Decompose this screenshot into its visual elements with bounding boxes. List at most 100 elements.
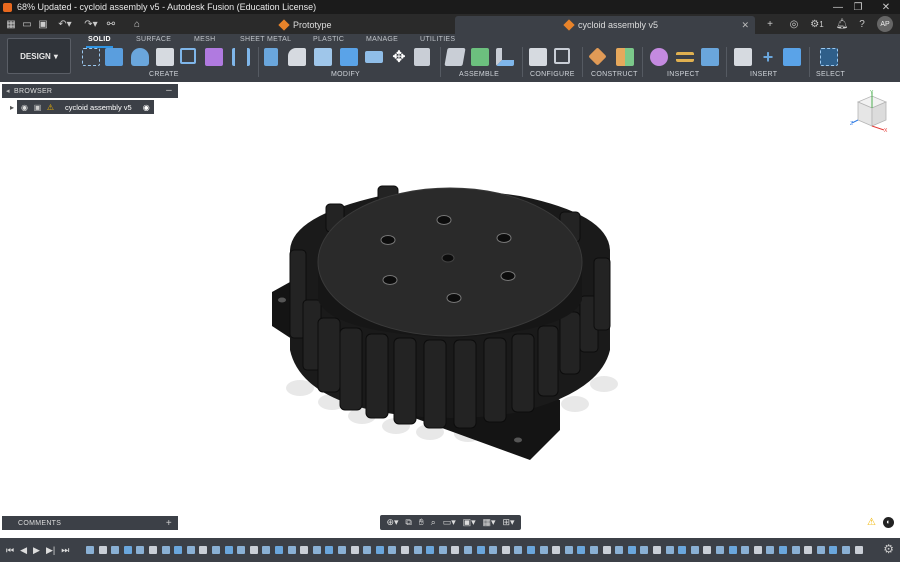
hole-icon[interactable] [156, 48, 174, 66]
fillet-icon[interactable] [288, 48, 306, 66]
group-select-label[interactable]: SELECT [816, 71, 845, 78]
viewcube[interactable]: Y Z X [850, 90, 890, 134]
timeline-feature-marker[interactable] [489, 546, 498, 554]
timeline-feature-marker[interactable] [615, 546, 624, 554]
zoom-icon[interactable]: ⌕ [431, 517, 436, 528]
step-back-icon[interactable]: ◀ [20, 545, 27, 556]
timeline-feature-marker[interactable] [149, 546, 157, 554]
undo-icon[interactable]: ↶▾ [52, 17, 78, 31]
go-to-end-icon[interactable]: ⏭ [61, 545, 69, 556]
timeline-feature-marker[interactable] [678, 546, 687, 554]
timeline-feature-marker[interactable] [174, 546, 183, 554]
timeline-feature-marker[interactable] [854, 546, 863, 554]
timeline-feature-marker[interactable] [627, 546, 636, 554]
tab-solid[interactable]: SOLID [86, 36, 113, 48]
timeline-feature-marker[interactable] [413, 546, 422, 554]
timeline-feature-marker[interactable] [186, 546, 195, 554]
timeline-feature-marker[interactable] [262, 546, 271, 554]
measure-icon[interactable] [650, 48, 668, 66]
tab-manage[interactable]: MANAGE [366, 36, 398, 43]
timeline-feature-marker[interactable] [564, 546, 573, 554]
press-pull-icon[interactable] [264, 48, 278, 66]
midplane-icon[interactable] [616, 48, 634, 66]
group-modify-label[interactable]: MODIFY [331, 71, 360, 78]
timeline-feature-marker[interactable] [86, 546, 94, 554]
job-status-icon[interactable]: ⚙ 1 [807, 17, 827, 31]
timeline-feature-marker[interactable] [653, 546, 661, 554]
timeline-feature-marker[interactable] [716, 546, 724, 554]
timeline-feature-marker[interactable] [703, 546, 712, 554]
shell-icon[interactable] [340, 48, 358, 66]
tab-mesh[interactable]: MESH [194, 36, 215, 43]
group-inspect-label[interactable]: INSPECT [667, 71, 699, 78]
save-icon[interactable]: ▣ [36, 17, 50, 31]
orbit-icon[interactable]: ⊕▾ [386, 517, 398, 528]
step-forward-icon[interactable]: ▶| [46, 545, 55, 556]
group-construct-label[interactable]: CONSTRUCT [591, 71, 638, 78]
look-at-icon[interactable]: ⧉ [405, 517, 411, 528]
fit-icon[interactable]: ▭▾ [443, 517, 456, 528]
timeline-feature-marker[interactable] [590, 546, 598, 554]
new-tab-button[interactable]: + [762, 17, 778, 31]
pan-hand-icon[interactable]: ✋︎ [419, 517, 424, 528]
share-link-icon[interactable]: ⚯ [104, 17, 118, 31]
timeline-feature-marker[interactable] [312, 546, 321, 554]
new-component-icon[interactable] [444, 48, 466, 66]
tab-cycloid-assembly[interactable]: cycloid assembly v5 ✕ [455, 16, 755, 34]
timeline-feature-marker[interactable] [476, 546, 485, 554]
feedback-icon[interactable]: ◐ [883, 517, 894, 528]
timeline-feature-marker[interactable] [577, 546, 586, 554]
timeline-feature-marker[interactable] [640, 546, 649, 554]
timeline-feature-marker[interactable] [602, 546, 611, 554]
timeline-feature-marker[interactable] [123, 546, 132, 554]
form-icon[interactable] [205, 48, 223, 66]
timeline-feature-marker[interactable] [224, 546, 233, 554]
group-configure-label[interactable]: CONFIGURE [530, 71, 575, 78]
tab-utilities[interactable]: UTILITIES [420, 36, 455, 43]
timeline-feature-marker[interactable] [753, 546, 762, 554]
group-create-label[interactable]: CREATE [149, 71, 179, 78]
close-window-button[interactable]: ✕ [874, 0, 898, 14]
timeline-feature-marker[interactable] [249, 546, 258, 554]
timeline-feature-marker[interactable] [161, 546, 170, 554]
move-copy-icon[interactable]: ✥ [390, 48, 408, 66]
pattern-icon[interactable] [180, 48, 196, 64]
timeline-feature-marker[interactable] [401, 546, 409, 554]
insert-svg-icon[interactable] [734, 48, 752, 66]
group-assemble-label[interactable]: ASSEMBLE [459, 71, 499, 78]
timeline-feature-marker[interactable] [804, 546, 813, 554]
home-icon[interactable]: ⌂ [130, 17, 144, 31]
timeline-feature-marker[interactable] [275, 546, 283, 554]
align-icon[interactable] [414, 48, 430, 66]
timeline-feature-marker[interactable] [325, 546, 334, 554]
timeline-feature-marker[interactable] [690, 546, 699, 554]
timeline-feature-marker[interactable] [514, 546, 523, 554]
timeline-feature-marker[interactable] [212, 546, 220, 554]
timeline-feature-marker[interactable] [300, 546, 309, 554]
section-analysis-icon[interactable] [701, 48, 719, 66]
data-panel-grid-icon[interactable]: ▦ [4, 17, 18, 31]
timeline-feature-marker[interactable] [287, 546, 296, 554]
go-to-start-icon[interactable]: ⏮ [6, 545, 14, 556]
create-sketch-icon[interactable] [82, 48, 100, 66]
timeline-feature-marker[interactable] [464, 546, 472, 554]
combine-icon[interactable] [365, 51, 383, 63]
joint-icon[interactable] [471, 48, 489, 66]
insert-derive-icon[interactable]: + [759, 47, 777, 67]
add-comment-icon[interactable]: + [166, 518, 172, 529]
timeline-feature-marker[interactable] [829, 546, 838, 554]
timeline-settings-gear-icon[interactable]: ⚙ [883, 542, 894, 556]
redo-icon[interactable]: ↷▾ [80, 17, 102, 31]
tab-prototype[interactable]: Prototype [272, 16, 452, 34]
grid-settings-icon[interactable]: ▦▾ [483, 517, 496, 528]
timeline-feature-marker[interactable] [766, 546, 775, 554]
cycloid-gear-body[interactable] [272, 185, 611, 460]
select-icon[interactable] [820, 48, 838, 66]
display-settings-icon[interactable]: ▣▾ [463, 517, 476, 528]
timeline-feature-marker[interactable] [791, 546, 800, 554]
timeline-feature-marker[interactable] [388, 546, 397, 554]
timeline-feature-marker[interactable] [426, 546, 435, 554]
timeline-feature-marker[interactable] [728, 546, 737, 554]
timeline-feature-marker[interactable] [363, 546, 372, 554]
close-tab-icon[interactable]: ✕ [741, 20, 749, 31]
